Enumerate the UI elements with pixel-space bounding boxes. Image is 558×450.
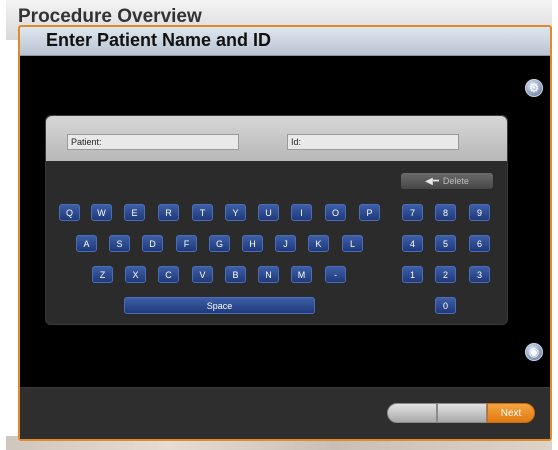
key-9[interactable]: 9 xyxy=(469,204,490,221)
delete-label: Delete xyxy=(442,176,469,186)
footer-button-group: Next xyxy=(387,403,535,423)
settings-icon[interactable]: ⚙ xyxy=(525,79,543,97)
footer-button-1[interactable] xyxy=(387,403,437,423)
key-r[interactable]: R xyxy=(158,204,179,221)
key-o[interactable]: O xyxy=(325,204,346,221)
id-field-label: Id xyxy=(291,137,299,147)
id-field[interactable]: Id: xyxy=(287,134,459,150)
key-7[interactable]: 7 xyxy=(402,204,423,221)
key-0[interactable]: 0 xyxy=(435,297,456,314)
key-u[interactable]: U xyxy=(258,204,279,221)
key-m[interactable]: M xyxy=(291,266,312,283)
key-d[interactable]: D xyxy=(142,235,163,252)
key-6[interactable]: 6 xyxy=(469,235,490,252)
patient-entry-dialog: Enter Patient Name and ID ⚙ Patient: Id:… xyxy=(18,25,552,441)
field-bar: Patient: Id: xyxy=(46,116,507,161)
space-key[interactable]: Space xyxy=(124,297,315,314)
key-8[interactable]: 8 xyxy=(435,204,456,221)
key-y[interactable]: Y xyxy=(225,204,246,221)
key-c[interactable]: C xyxy=(158,266,179,283)
key-z[interactable]: Z xyxy=(92,266,113,283)
key-w[interactable]: W xyxy=(91,204,112,221)
key-4[interactable]: 4 xyxy=(402,235,423,252)
key-5[interactable]: 5 xyxy=(435,235,456,252)
key-s[interactable]: S xyxy=(109,235,130,252)
key-p[interactable]: P xyxy=(359,204,380,221)
dialog-titlebar: Enter Patient Name and ID xyxy=(20,27,550,56)
key-f[interactable]: F xyxy=(176,235,197,252)
patient-field-label: Patient xyxy=(71,137,100,147)
key-l[interactable]: L xyxy=(342,235,363,252)
key-q[interactable]: Q xyxy=(59,204,80,221)
key-t[interactable]: T xyxy=(192,204,213,221)
arrow-left-icon: ◀━ xyxy=(425,175,439,187)
key-v[interactable]: V xyxy=(192,266,213,283)
key-k[interactable]: K xyxy=(308,235,329,252)
key-1[interactable]: 1 xyxy=(402,266,423,283)
next-button[interactable]: Next xyxy=(487,403,535,423)
key-x[interactable]: X xyxy=(125,266,146,283)
camera-icon[interactable]: ◉ xyxy=(525,343,543,361)
keyboard-panel: Patient: Id: ◀━ Delete Q W E R T Y U I O… xyxy=(45,115,508,325)
key-a[interactable]: A xyxy=(76,235,97,252)
key-e[interactable]: E xyxy=(124,204,145,221)
dialog-title: Enter Patient Name and ID xyxy=(46,30,272,50)
key-i[interactable]: I xyxy=(291,204,312,221)
patient-field[interactable]: Patient: xyxy=(67,134,239,150)
key-hyphen[interactable]: - xyxy=(325,266,346,283)
key-h[interactable]: H xyxy=(242,235,263,252)
key-2[interactable]: 2 xyxy=(435,266,456,283)
key-n[interactable]: N xyxy=(258,266,279,283)
dialog-footer: Next xyxy=(20,387,550,439)
footer-button-2[interactable] xyxy=(437,403,487,423)
key-3[interactable]: 3 xyxy=(469,266,490,283)
delete-button[interactable]: ◀━ Delete xyxy=(401,173,493,189)
key-j[interactable]: J xyxy=(275,235,296,252)
key-g[interactable]: G xyxy=(209,235,230,252)
key-b[interactable]: B xyxy=(225,266,246,283)
